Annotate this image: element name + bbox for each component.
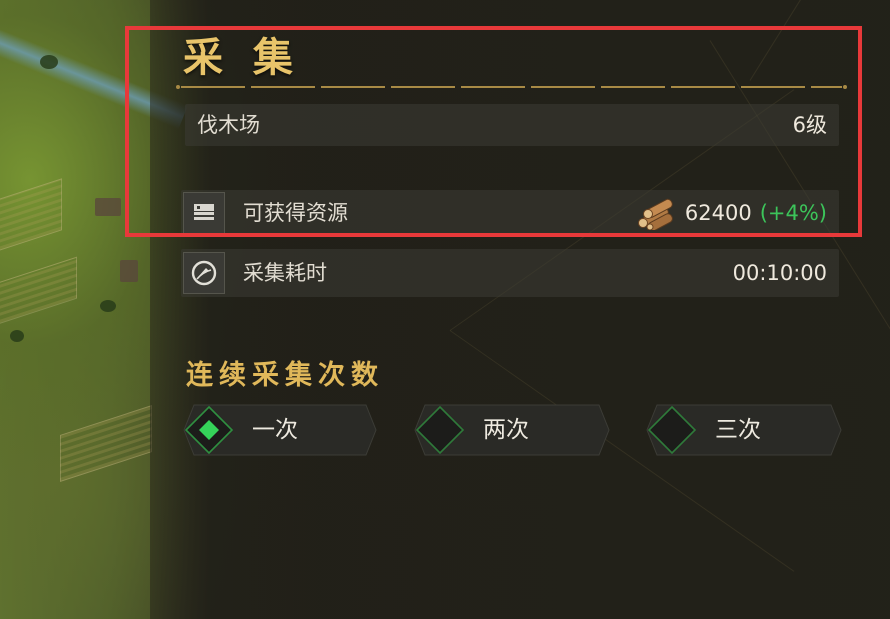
stopwatch-icon	[183, 252, 225, 294]
farm-field	[0, 178, 62, 254]
repeat-option-label: 三次	[715, 417, 761, 443]
resource-value: 62400 (+4%)	[635, 190, 827, 236]
resource-label: 可获得资源	[243, 201, 348, 225]
panel-ornament	[749, 0, 890, 81]
repeat-option-twice[interactable]: 两次	[411, 401, 611, 459]
title-divider	[175, 85, 848, 89]
building-name: 伐木场	[197, 113, 260, 137]
building-info-row: 伐木场 6级	[185, 104, 839, 146]
building-level: 6级	[792, 113, 827, 137]
duration-label: 采集耗时	[243, 261, 327, 285]
resource-row: 可获得资源 62400 (+4%)	[181, 190, 839, 236]
village-building	[95, 198, 121, 216]
tree	[100, 300, 116, 312]
repeat-count-title: 连续采集次数	[186, 360, 384, 391]
panel-title: 采 集	[183, 34, 301, 81]
village-building	[120, 260, 138, 282]
farm-field	[0, 256, 77, 326]
repeat-option-once[interactable]: 一次	[180, 401, 378, 459]
repeat-option-label: 一次	[252, 417, 298, 443]
resource-bonus: (+4%)	[759, 201, 827, 225]
gather-panel	[150, 0, 890, 619]
logs-icon	[637, 198, 673, 230]
duration-value: 00:10:00	[732, 261, 827, 285]
farm-field	[60, 405, 152, 482]
duration-row: 采集耗时 00:10:00	[181, 249, 839, 297]
resource-amount: 62400	[684, 201, 752, 225]
repeat-option-label: 两次	[483, 417, 529, 443]
selected-indicator-icon	[199, 420, 219, 440]
resource-list-icon	[183, 192, 225, 234]
repeat-option-thrice[interactable]: 三次	[643, 401, 843, 459]
tree	[40, 55, 58, 69]
tree	[10, 330, 24, 342]
